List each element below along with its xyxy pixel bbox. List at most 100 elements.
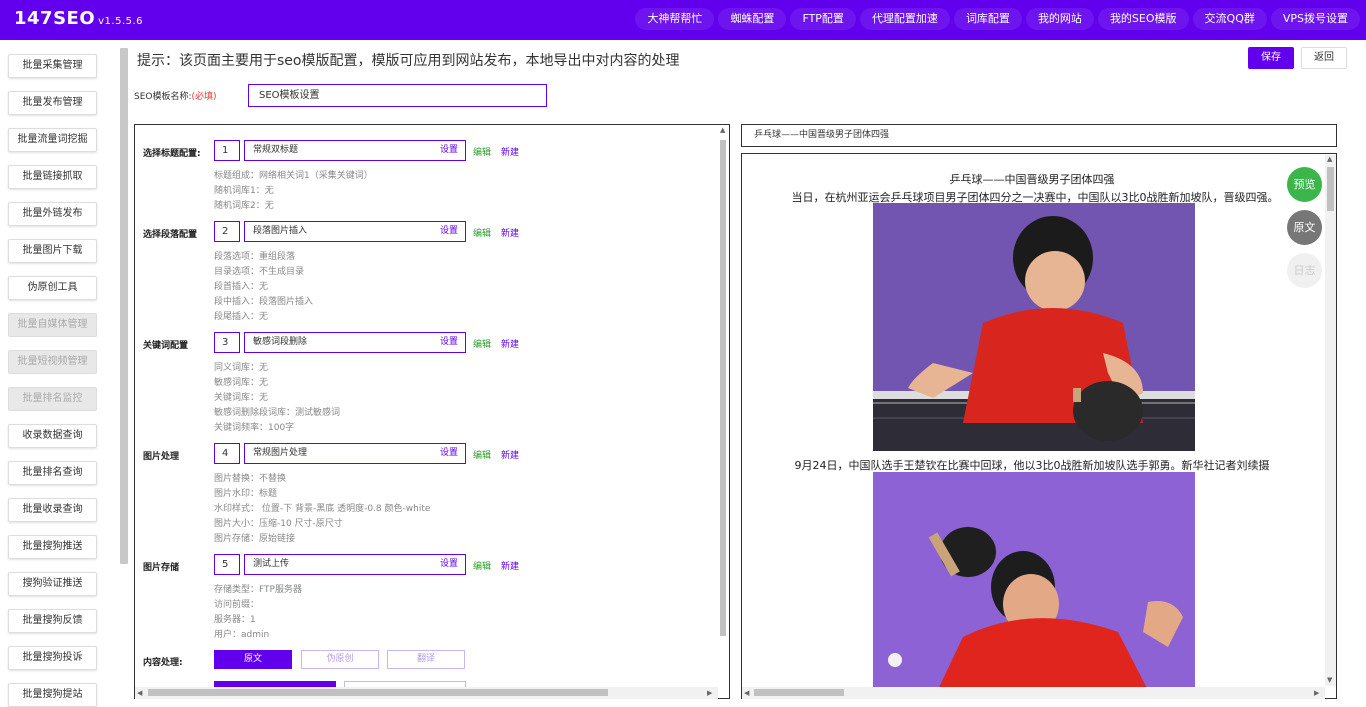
section-set-link[interactable]: 设置 — [440, 555, 458, 574]
section-new-link[interactable]: 新建 — [501, 226, 519, 239]
nav-item-3[interactable]: 代理配置加速 — [859, 8, 950, 30]
scroll-down-arrow-icon[interactable]: ▼ — [1327, 676, 1332, 684]
page-scrollbar[interactable] — [120, 48, 128, 564]
original-fab-button[interactable]: 原文 — [1287, 210, 1322, 245]
section-detail-line: 敏感词删除段词库：测试敏感词 — [214, 408, 341, 418]
nav-item-0[interactable]: 大神帮帮忙 — [635, 8, 715, 30]
content-option-original[interactable]: 原文 — [214, 650, 292, 669]
scroll-thumb[interactable] — [148, 689, 608, 696]
scroll-thumb[interactable] — [754, 689, 844, 696]
section-name-text: 测试上传 — [253, 559, 290, 569]
sidebar-item-16[interactable]: 批量搜狗投诉 — [8, 646, 97, 670]
preview-horizontal-scrollbar[interactable]: ◀ ▶ — [742, 687, 1325, 699]
scroll-up-arrow-icon[interactable]: ▲ — [1327, 155, 1332, 163]
sidebar-item-10[interactable]: 收录数据查询 — [8, 424, 97, 448]
sidebar-item-6[interactable]: 伪原创工具 — [8, 276, 97, 300]
section-set-link[interactable]: 设置 — [440, 444, 458, 463]
section-label: 图片存储 — [143, 563, 180, 573]
scroll-right-arrow-icon[interactable]: ▶ — [1314, 689, 1319, 697]
template-name-input[interactable]: SEO模板设置 — [248, 84, 547, 107]
scroll-left-arrow-icon[interactable]: ◀ — [137, 689, 142, 697]
section-new-link[interactable]: 新建 — [501, 337, 519, 350]
section-set-link[interactable]: 设置 — [440, 333, 458, 352]
section-new-link[interactable]: 新建 — [501, 559, 519, 572]
section-label: 关键词配置 — [143, 341, 189, 351]
section-name-input[interactable]: 敏感词段删除 设置 — [244, 332, 466, 353]
section-label: 选择段落配置 — [143, 230, 198, 240]
section-detail-line: 敏感词库：无 — [214, 378, 269, 388]
section-name-text: 段落图片插入 — [253, 226, 308, 236]
nav-item-8[interactable]: VPS拨号设置 — [1270, 8, 1360, 30]
content-option-translate[interactable]: 翻译 — [387, 650, 465, 669]
required-mark: (必填) — [191, 92, 217, 102]
sidebar-item-4[interactable]: 批量外链发布 — [8, 202, 97, 226]
preview-vertical-scrollbar[interactable]: ▲ ▼ — [1325, 155, 1336, 686]
section-edit-link[interactable]: 编辑 — [473, 337, 491, 350]
section-name-input[interactable]: 常规双标题 设置 — [244, 140, 466, 161]
scroll-thumb[interactable] — [1327, 167, 1334, 211]
sidebar-item-12[interactable]: 批量收录查询 — [8, 498, 97, 522]
config-horizontal-scrollbar[interactable]: ◀ ▶ — [135, 687, 718, 699]
nav-item-2[interactable]: FTP配置 — [790, 8, 856, 30]
section-detail-line: 服务器：1 — [214, 615, 256, 625]
sidebar-item-3[interactable]: 批量链接抓取 — [8, 165, 97, 189]
section-detail-line: 目录选项：不生成目录 — [214, 267, 305, 277]
sidebar-item-2[interactable]: 批量流量词挖掘 — [8, 128, 97, 152]
preview-article-title: 乒乓球——中国晋级男子团体四强 — [949, 173, 1115, 186]
article-photo-2 — [873, 472, 1195, 698]
sidebar-item-14[interactable]: 搜狗验证推送 — [8, 572, 97, 596]
section-number-input[interactable]: 4 — [214, 443, 240, 464]
back-button[interactable]: 返回 — [1301, 47, 1347, 69]
config-vertical-scrollbar[interactable]: ▲ — [718, 126, 728, 699]
sidebar-item-11[interactable]: 批量排名查询 — [8, 461, 97, 485]
section-label: 图片处理 — [143, 452, 180, 462]
preview-title-bar: 乒乓球——中国晋级男子团体四强 — [741, 124, 1337, 147]
section-detail-line: 图片替换：不替换 — [214, 474, 287, 484]
sidebar-item-0[interactable]: 批量采集管理 — [8, 54, 97, 78]
log-fab-button[interactable]: 日志 — [1287, 253, 1322, 288]
section-edit-link[interactable]: 编辑 — [473, 145, 491, 158]
app-logo: 147SEO v1.5.5.6 — [14, 8, 143, 29]
nav-item-1[interactable]: 蜘蛛配置 — [718, 8, 787, 30]
content-option-rewrite[interactable]: 伪原创 — [301, 650, 379, 669]
section-detail-line: 段首插入：无 — [214, 282, 269, 292]
section-name-input[interactable]: 常规图片处理 设置 — [244, 443, 466, 464]
sidebar-item-1[interactable]: 批量发布管理 — [8, 91, 97, 115]
section-number-input[interactable]: 3 — [214, 332, 240, 353]
sidebar-item-5[interactable]: 批量图片下载 — [8, 239, 97, 263]
section-name-input[interactable]: 段落图片插入 设置 — [244, 221, 466, 242]
sidebar-item-13[interactable]: 批量搜狗推送 — [8, 535, 97, 559]
section-number-input[interactable]: 1 — [214, 140, 240, 161]
scroll-up-arrow-icon[interactable]: ▲ — [720, 126, 725, 134]
section-edit-link[interactable]: 编辑 — [473, 559, 491, 572]
section-edit-link[interactable]: 编辑 — [473, 448, 491, 461]
section-detail-line: 段尾插入：无 — [214, 312, 269, 322]
section-set-link[interactable]: 设置 — [440, 222, 458, 241]
save-button[interactable]: 保存 — [1248, 47, 1294, 69]
nav-item-5[interactable]: 我的网站 — [1025, 8, 1094, 30]
template-name-label: SEO模板名称:(必填) — [134, 89, 217, 102]
nav-item-7[interactable]: 交流QQ群 — [1192, 8, 1267, 30]
section-number-input[interactable]: 2 — [214, 221, 240, 242]
sidebar: 批量采集管理 批量发布管理 批量流量词挖掘 批量链接抓取 批量外链发布 批量图片下载 伪原创… — [0, 40, 118, 707]
section-detail-line: 段落选项：重组段落 — [214, 252, 296, 262]
section-number-input[interactable]: 5 — [214, 554, 240, 575]
nav-item-6[interactable]: 我的SEO模版 — [1097, 8, 1189, 30]
section-detail-line: 关键词频率：100字 — [214, 423, 295, 433]
nav-item-4[interactable]: 词库配置 — [953, 8, 1022, 30]
section-edit-link[interactable]: 编辑 — [473, 226, 491, 239]
section-new-link[interactable]: 新建 — [501, 448, 519, 461]
scroll-thumb[interactable] — [720, 140, 726, 636]
section-detail-line: 关键词库：无 — [214, 393, 269, 403]
sidebar-item-17[interactable]: 批量搜狗提站 — [8, 683, 97, 707]
scroll-right-arrow-icon[interactable]: ▶ — [707, 689, 712, 697]
section-set-link[interactable]: 设置 — [440, 141, 458, 160]
sidebar-item-15[interactable]: 批量搜狗反馈 — [8, 609, 97, 633]
section-detail-line: 标题组成：网络相关词1（采集关键词） — [214, 171, 373, 181]
preview-fab-button[interactable]: 预览 — [1287, 167, 1322, 202]
scroll-left-arrow-icon[interactable]: ◀ — [744, 689, 749, 697]
preview-paragraph-2: 9月24日，中国队选手王楚钦在比赛中回球，他以3比0战胜新加坡队选手郭勇。新华社… — [794, 459, 1270, 472]
section-name-input[interactable]: 测试上传 设置 — [244, 554, 466, 575]
section-new-link[interactable]: 新建 — [501, 145, 519, 158]
content-processing-label: 内容处理: — [143, 658, 183, 668]
